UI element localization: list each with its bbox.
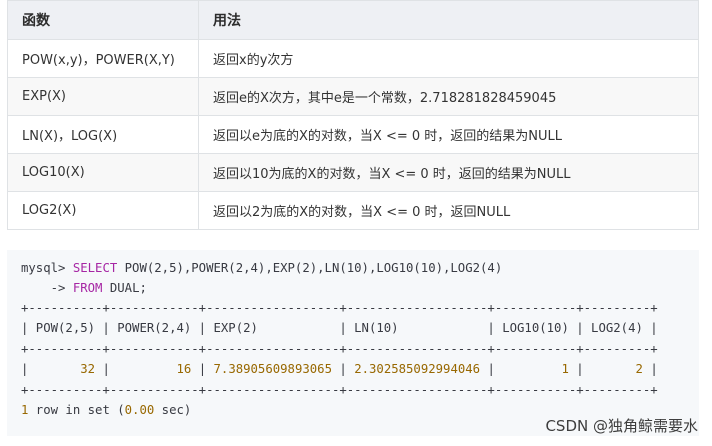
result-border-mid: +----------+------------+---------------… <box>21 342 658 356</box>
query-time: 0.00 <box>124 403 155 417</box>
function-cell: LOG10(X) <box>7 153 199 192</box>
usage-cell: 返回x的y次方 <box>198 39 699 78</box>
result-value-ln: 2.302585092994046 <box>354 362 481 376</box>
row-sep: | <box>191 362 214 376</box>
result-header-row: | POW(2,5) | POWER(2,4) | EXP(2) | LN(10… <box>21 321 658 335</box>
row-sep: | <box>642 362 658 376</box>
table-row: LN(X)，LOG(X) 返回以e为底的X的对数，当X <= 0 时，返回的结果… <box>7 115 699 154</box>
sql-query-line-1: mysql> SELECT POW(2,5),POWER(2,4),EXP(2)… <box>21 258 699 278</box>
function-cell: POW(x,y)，POWER(X,Y) <box>7 39 199 78</box>
result-border-bottom: +----------+------------+---------------… <box>21 383 658 397</box>
row-sep: | <box>95 362 177 376</box>
table-row: LOG10(X) 返回以10为底的X的对数，当X <= 0 时，返回的结果为NU… <box>7 153 699 192</box>
select-expressions: POW(2,5),POWER(2,4),EXP(2),LN(10),LOG10(… <box>117 261 503 275</box>
mysql-prompt: mysql> <box>21 261 73 275</box>
sql-code-block: mysql> SELECT POW(2,5),POWER(2,4),EXP(2)… <box>7 250 699 436</box>
row-sep: | <box>21 362 81 376</box>
from-keyword: FROM <box>72 281 103 295</box>
function-cell: LN(X)，LOG(X) <box>7 115 199 154</box>
from-clause: DUAL; <box>102 281 147 295</box>
csdn-watermark: CSDN @独角鲸需要水 <box>545 417 698 435</box>
header-function: 函数 <box>7 0 199 40</box>
function-cell: LOG2(X) <box>7 191 199 230</box>
sql-query-line-2: -> FROM DUAL; <box>21 278 699 298</box>
function-table: 函数 用法 POW(x,y)，POWER(X,Y) 返回x的y次方 EXP(X)… <box>7 0 699 230</box>
header-usage: 用法 <box>198 0 699 40</box>
result-value-log2: 2 <box>635 362 643 376</box>
usage-cell: 返回e的X次方，其中e是一个常数，2.718281828459045 <box>198 77 699 116</box>
row-sep: | <box>480 362 562 376</box>
result-value-log10: 1 <box>561 362 569 376</box>
continuation-prompt: -> <box>21 281 73 295</box>
function-cell: EXP(X) <box>7 77 199 116</box>
table-row: LOG2(X) 返回以2为底的X的对数，当X <= 0 时，返回NULL <box>7 191 699 230</box>
result-value-power: 16 <box>176 362 192 376</box>
usage-cell: 返回以e为底的X的对数，当X <= 0 时，返回的结果为NULL <box>198 115 699 154</box>
row-sep: | <box>331 362 355 376</box>
result-value-pow: 32 <box>80 362 96 376</box>
table-header-row: 函数 用法 <box>7 0 699 40</box>
table-row: EXP(X) 返回e的X次方，其中e是一个常数，2.71828182845904… <box>7 77 699 116</box>
result-border-top: +----------+------------+---------------… <box>21 301 658 315</box>
usage-cell: 返回以2为底的X的对数，当X <= 0 时，返回NULL <box>198 191 699 230</box>
summary-text: sec) <box>154 403 192 417</box>
select-keyword: SELECT <box>72 261 118 275</box>
result-data-row: | 32 | 16 | 7.38905609893065 | 2.3025850… <box>21 359 699 380</box>
summary-text: row in set ( <box>28 403 125 417</box>
result-value-exp: 7.38905609893065 <box>213 362 332 376</box>
table-row: POW(x,y)，POWER(X,Y) 返回x的y次方 <box>7 39 699 78</box>
usage-cell: 返回以10为底的X的对数，当X <= 0 时，返回的结果为NULL <box>198 153 699 192</box>
row-sep: | <box>568 362 636 376</box>
